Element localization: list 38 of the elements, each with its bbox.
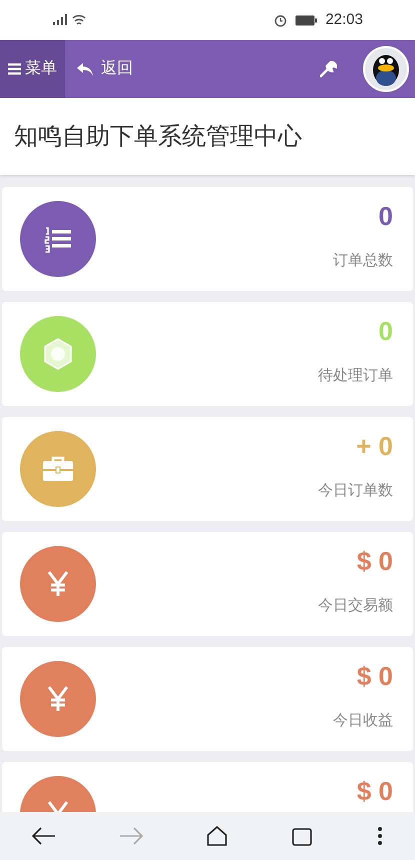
back-button[interactable]: 返回 (65, 40, 145, 98)
hexagon-icon (43, 338, 73, 370)
numbered-list-icon (43, 224, 73, 254)
stat-value: $ 0 (356, 775, 393, 808)
stat-label: 今日交易额 (318, 596, 393, 616)
stat-label: 今日订单数 (318, 481, 393, 501)
wifi-icon (72, 14, 86, 26)
forward-arrow-icon (119, 827, 144, 845)
more-icon (377, 826, 384, 846)
menu-button[interactable]: 菜单 (0, 40, 65, 98)
menu-icon (8, 63, 21, 75)
battery-icon (295, 14, 318, 26)
avatar[interactable] (363, 46, 409, 92)
stat-value: 0 (378, 315, 393, 348)
home-icon (206, 826, 228, 846)
page-title: 知鸣自助下单系统管理中心 (14, 122, 302, 152)
reply-arrow-icon (77, 62, 93, 76)
stat-value: + 0 (356, 430, 393, 463)
alarm-icon (274, 14, 288, 26)
briefcase-icon (42, 455, 74, 483)
stat-label: 今日收益 (333, 711, 393, 731)
stat-value: $ 0 (356, 660, 393, 693)
settings-button[interactable] (320, 60, 337, 78)
signal-icon (52, 14, 68, 26)
yen-icon (47, 686, 69, 712)
back-arrow-icon (32, 827, 56, 845)
stat-label: 订单总数 (333, 251, 393, 271)
home-button[interactable] (206, 826, 228, 846)
stat-value: $ 0 (356, 545, 393, 578)
yen-icon (47, 571, 69, 597)
stat-value: 0 (378, 200, 393, 233)
stat-label: 待处理订单 (318, 366, 393, 386)
back-arrow-button[interactable] (32, 827, 56, 845)
more-button[interactable] (377, 826, 384, 846)
tabs-button[interactable] (292, 826, 314, 846)
status-time: 22:03 (325, 10, 363, 30)
wrench-icon (320, 60, 337, 78)
tabs-icon (292, 826, 314, 846)
